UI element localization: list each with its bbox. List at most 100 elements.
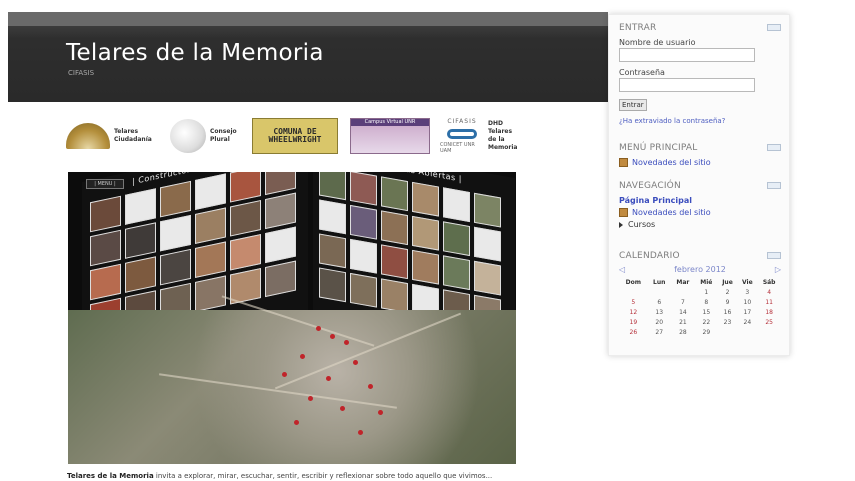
forgot-password-link[interactable]: ¿Ha extraviado la contraseña? (619, 117, 781, 125)
site-title[interactable]: Telares de la Memoria (66, 40, 324, 66)
photo-tile[interactable] (412, 181, 439, 217)
expand-arrow-icon[interactable] (619, 221, 623, 228)
photo-tile[interactable] (319, 233, 346, 269)
photo-tile[interactable] (474, 260, 501, 296)
map-pin[interactable] (294, 420, 299, 425)
map-pin[interactable] (300, 354, 305, 359)
photo-tile[interactable] (195, 275, 226, 312)
calendar-day[interactable]: 20 (648, 317, 671, 327)
calendar-day[interactable]: 6 (648, 297, 671, 307)
dock-icon[interactable] (767, 24, 781, 31)
map-pin[interactable] (330, 334, 335, 339)
calendar-day[interactable]: 3 (737, 287, 757, 297)
map-pin[interactable] (316, 326, 321, 331)
map-pin[interactable] (308, 396, 313, 401)
photo-tile[interactable] (412, 215, 439, 251)
courses-label[interactable]: Cursos (628, 220, 655, 229)
calendar-day[interactable]: 4 (757, 287, 781, 297)
calendar-day[interactable]: 9 (718, 297, 738, 307)
photo-tile[interactable] (265, 260, 296, 298)
dock-icon[interactable] (767, 182, 781, 189)
home-link[interactable]: Página Principal (619, 196, 781, 205)
photo-tile[interactable] (412, 249, 439, 285)
photo-tile[interactable] (125, 188, 156, 225)
map-pin[interactable] (358, 430, 363, 435)
password-field[interactable] (619, 78, 755, 92)
calendar-day[interactable]: 28 (671, 327, 695, 337)
photo-tile[interactable] (90, 195, 121, 233)
consejo-plural-logo[interactable]: Consejo Plural (170, 112, 246, 160)
calendar-day[interactable]: 2 (718, 287, 738, 297)
photo-tile[interactable] (265, 192, 296, 230)
prev-month-icon[interactable]: ◁ (619, 265, 625, 274)
calendar-day[interactable]: 26 (619, 327, 648, 337)
photo-tile[interactable] (381, 210, 408, 246)
photo-tile[interactable] (474, 226, 501, 262)
photo-tile[interactable] (319, 172, 346, 201)
photo-tile[interactable] (350, 172, 377, 206)
photo-tile[interactable] (350, 204, 377, 240)
photo-tile[interactable] (230, 233, 261, 271)
dock-icon[interactable] (767, 252, 781, 259)
calendar-day[interactable]: 5 (619, 297, 648, 307)
map-pin[interactable] (282, 372, 287, 377)
aerial-map[interactable] (68, 295, 516, 464)
map-pin[interactable] (340, 406, 345, 411)
photo-tile[interactable] (125, 222, 156, 259)
calendar-day[interactable]: 21 (671, 317, 695, 327)
nav-news-item[interactable]: Novedades del sitio (619, 208, 781, 217)
calendar-day[interactable]: 17 (737, 307, 757, 317)
photo-tile[interactable] (160, 248, 191, 286)
photo-tile[interactable] (381, 244, 408, 280)
calendar-day[interactable]: 29 (695, 327, 718, 337)
calendar-day[interactable]: 22 (695, 317, 718, 327)
photo-tile[interactable] (474, 192, 501, 228)
calendar-day[interactable]: 14 (671, 307, 695, 317)
calendar-day[interactable]: 15 (695, 307, 718, 317)
photo-tile[interactable] (230, 172, 261, 203)
photo-tile[interactable] (160, 180, 191, 218)
map-pin[interactable] (344, 340, 349, 345)
photo-tile[interactable] (195, 207, 226, 244)
photo-tile[interactable] (443, 187, 470, 223)
calendar-day[interactable]: 27 (648, 327, 671, 337)
calendar-day[interactable]: 16 (718, 307, 738, 317)
calendar-day[interactable]: 25 (757, 317, 781, 327)
calendar-day[interactable]: 13 (648, 307, 671, 317)
calendar-day[interactable]: 7 (671, 297, 695, 307)
calendar-day[interactable]: 1 (695, 287, 718, 297)
main-menu-item[interactable]: Novedades del sitio (619, 158, 781, 167)
calendar-day[interactable]: 24 (737, 317, 757, 327)
hero-banner[interactable]: | Constructores de Civitas (68, 172, 516, 464)
photo-tile[interactable] (160, 214, 191, 252)
map-pin[interactable] (378, 410, 383, 415)
calendar-day[interactable]: 19 (619, 317, 648, 327)
news-link[interactable]: Novedades del sitio (632, 158, 711, 167)
map-pin[interactable] (368, 384, 373, 389)
photo-tile[interactable] (443, 221, 470, 257)
next-month-icon[interactable]: ▷ (775, 265, 781, 274)
nav-courses-item[interactable]: Cursos (619, 220, 781, 229)
calendar-day[interactable]: 23 (718, 317, 738, 327)
calendar-day[interactable]: 11 (757, 297, 781, 307)
photo-tile[interactable] (90, 229, 121, 267)
photo-tile[interactable] (265, 172, 296, 196)
photo-tile[interactable] (90, 263, 121, 301)
calendar-day[interactable]: 18 (757, 307, 781, 317)
username-field[interactable] (619, 48, 755, 62)
hero-menu-button[interactable]: | MENU | (86, 179, 124, 189)
photo-tile[interactable] (350, 238, 377, 274)
dock-icon[interactable] (767, 144, 781, 151)
photo-tile[interactable] (125, 256, 156, 293)
photo-tile[interactable] (230, 199, 261, 237)
comuna-wheelwright-logo[interactable]: COMUNA DE WHEELWRIGHT (252, 112, 338, 160)
calendar-day[interactable]: 10 (737, 297, 757, 307)
photo-tile[interactable] (350, 272, 377, 308)
photo-tile[interactable] (381, 278, 408, 314)
cifasis-logo[interactable]: CIFASIS CONICET UNR UAM DHD Telares de l… (440, 112, 518, 160)
photo-tile[interactable] (195, 241, 226, 278)
map-pin[interactable] (353, 360, 358, 365)
photo-tile[interactable] (265, 226, 296, 264)
calendar-day[interactable]: 8 (695, 297, 718, 307)
calendar-month[interactable]: febrero 2012 (674, 265, 726, 274)
